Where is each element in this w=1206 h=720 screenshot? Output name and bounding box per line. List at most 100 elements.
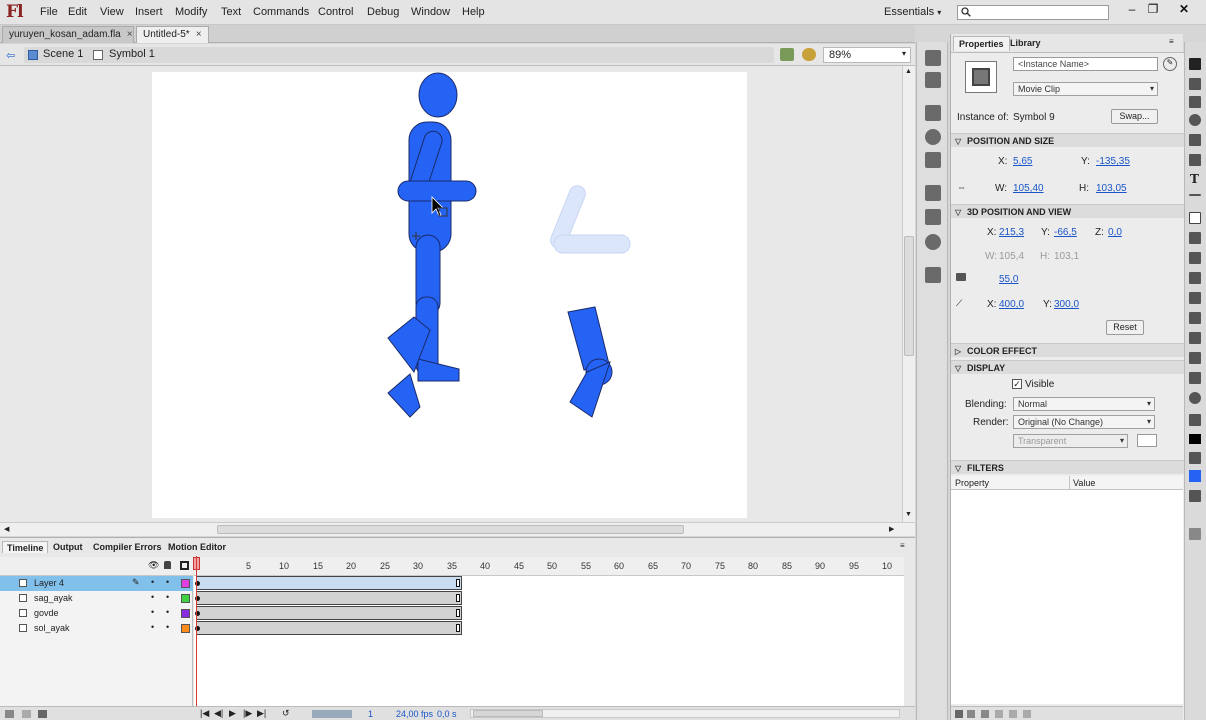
end-frame-marker[interactable] [456,579,460,587]
close-icon[interactable]: × [127,29,133,40]
restore-button[interactable]: ❐ [1141,2,1165,18]
stage[interactable] [152,72,747,518]
scroll-right-icon[interactable]: ▶ [889,525,894,533]
new-folder-icon[interactable] [22,710,31,718]
delete-filter-icon[interactable] [1023,710,1031,718]
pencil-tool-icon[interactable] [1189,232,1201,244]
loop-icon[interactable]: ↺ [282,708,290,719]
swap-button[interactable]: Swap... [1111,109,1158,124]
w-value[interactable]: 105,40 [1013,183,1044,194]
stage-vertical-scrollbar[interactable]: ▲ ▼ [902,66,915,522]
horizontal-scroll-thumb[interactable] [217,525,684,534]
blending-select[interactable]: Normal ▾ [1013,397,1155,411]
lock-toggle-dot[interactable]: • [166,577,169,587]
frame-span[interactable] [196,591,462,605]
components-icon[interactable] [925,209,941,225]
color-panel-icon[interactable] [925,50,941,66]
h-value[interactable]: 103,05 [1096,183,1127,194]
frame-rate[interactable]: 24,00 fps [396,709,433,719]
section-color-effect[interactable]: ▷ COLOR EFFECT [951,343,1184,357]
zoom-tool-icon[interactable] [1189,392,1201,404]
free-transform-tool-icon[interactable] [1189,96,1201,108]
subselection-tool-icon[interactable] [1189,78,1201,90]
rectangle-tool-icon[interactable] [1189,212,1201,224]
eye-toggle-dot[interactable]: • [151,592,154,602]
align-panel-icon[interactable] [925,105,941,121]
edit-symbol-icon[interactable] [802,48,816,61]
tab-motion-editor[interactable]: Motion Editor [164,541,230,552]
layer-row[interactable]: sol_ayak [0,621,193,636]
layer-row[interactable]: govde [0,606,193,621]
fill-color-swatch[interactable] [1189,470,1201,482]
tab-timeline[interactable]: Timeline [2,541,49,553]
eye-toggle-dot[interactable]: • [151,577,154,587]
layer-row[interactable]: Layer 4 [0,576,193,591]
frame-span[interactable] [196,621,462,635]
step-forward-icon[interactable]: |▶ [243,708,252,719]
frame-span[interactable] [196,576,462,590]
layer-color-swatch[interactable] [181,609,190,618]
tab-output[interactable]: Output [49,541,87,552]
layer-color-swatch[interactable] [181,624,190,633]
current-frame[interactable]: 1 [368,709,373,719]
link-icon[interactable]: ⇔ [957,182,966,192]
fill-color-icon[interactable] [1189,452,1201,464]
transform-panel-icon[interactable] [925,152,941,168]
vp-y-value[interactable]: 300,0 [1054,299,1079,310]
tab-untitled-5[interactable]: Untitled-5* × [136,26,209,43]
text-tool-icon[interactable]: T [1190,172,1199,186]
eyedropper-tool-icon[interactable] [1189,332,1201,344]
eye-toggle-dot[interactable]: • [151,607,154,617]
stroke-color-icon[interactable] [1189,414,1201,426]
frame-span[interactable] [196,606,462,620]
breadcrumb-symbol[interactable]: Symbol 1 [109,48,155,60]
y-value[interactable]: -135,35 [1096,156,1130,167]
onion-skin-icons[interactable] [312,710,352,718]
layer-row[interactable]: sag_ayak [0,591,193,606]
selection-tool-icon[interactable] [1189,58,1201,70]
column-value[interactable]: Value [1073,478,1095,488]
stage-horizontal-scrollbar[interactable]: ◀ ▶ [0,522,915,536]
x-value[interactable]: 5,65 [1013,156,1032,167]
section-filters[interactable]: ▽ FILTERS [951,460,1184,474]
lasso-tool-icon[interactable] [1189,134,1201,146]
delete-layer-icon[interactable] [38,710,47,718]
project-panel-icon[interactable] [925,267,941,283]
menu-edit[interactable]: Edit [68,6,87,18]
brush-tool-icon[interactable] [1189,252,1201,264]
menu-debug[interactable]: Debug [367,6,399,18]
symbol-type-select[interactable]: Movie Clip ▾ [1013,82,1158,96]
menu-help[interactable]: Help [462,6,485,18]
lock-toggle-dot[interactable]: • [166,607,169,617]
section-position-and-size[interactable]: ▽ POSITION AND SIZE [951,133,1184,147]
enable-filter-icon[interactable] [995,710,1003,718]
menu-insert[interactable]: Insert [135,6,163,18]
menu-control[interactable]: Control [318,6,353,18]
clipboard-icon[interactable] [981,710,989,718]
motion-presets-icon[interactable] [925,234,941,250]
perspective-angle-value[interactable]: 55,0 [999,274,1018,285]
eraser-tool-icon[interactable] [1189,352,1201,364]
lock-icon[interactable] [164,561,171,569]
tab-yuruyen-kosan-adam[interactable]: yuruyen_kosan_adam.fla × [2,26,134,43]
scroll-up-icon[interactable]: ▲ [905,68,912,75]
bone-tool-icon[interactable] [1189,292,1201,304]
preset-icon[interactable] [967,710,975,718]
edit-scene-icon[interactable] [780,48,794,61]
column-property[interactable]: Property [955,478,989,488]
vertical-scroll-thumb[interactable] [904,236,914,356]
layer-color-swatch[interactable] [181,594,190,603]
frame-ruler[interactable]: 5 10 15 20 25 30 35 40 45 50 55 60 65 70 75 80 85 90 95 10 [194,557,904,576]
add-filter-icon[interactable] [955,710,963,718]
code-snippets-icon[interactable] [925,185,941,201]
workspace-switcher[interactable]: Essentials ▾ [884,6,941,18]
render-select[interactable]: Original (No Change) ▾ [1013,415,1155,429]
end-frame-marker[interactable] [456,594,460,602]
tab-properties[interactable]: Properties [953,36,1010,51]
instance-name-input[interactable]: <Instance Name> [1013,57,1158,71]
menu-file[interactable]: File [40,6,58,18]
end-frame-marker[interactable] [456,609,460,617]
menu-window[interactable]: Window [411,6,450,18]
frame-grid[interactable]: 5 10 15 20 25 30 35 40 45 50 55 60 65 70 75 80 85 90 95 10 [194,557,904,712]
menu-view[interactable]: View [100,6,124,18]
